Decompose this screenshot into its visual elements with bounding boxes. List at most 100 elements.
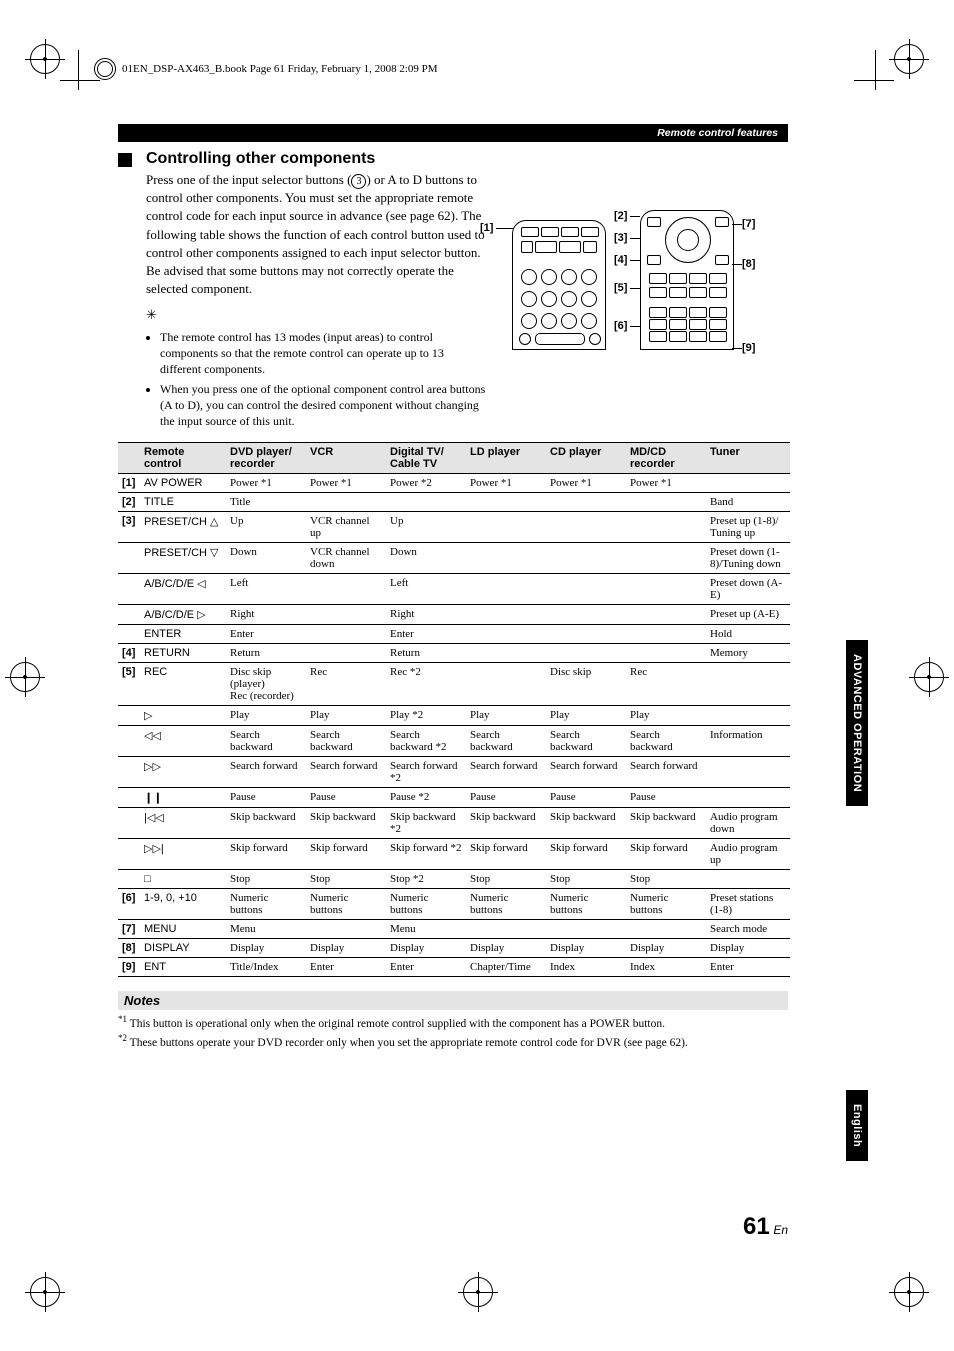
table-cell: VCR channel down [306, 542, 386, 573]
remote-button-icon [541, 227, 559, 237]
table-cell: Search backward [306, 725, 386, 756]
table-cell: Preset down (A-E) [706, 573, 790, 604]
crop-line [78, 50, 79, 90]
table-cell: Up [226, 511, 306, 542]
remote-button-icon [535, 241, 557, 253]
table-cell: Skip backward [226, 807, 306, 838]
table-row: ▷▷Search forwardSearch forwardSearch for… [118, 756, 790, 787]
side-tab-advanced-operation: ADVANCED OPERATION [846, 640, 868, 806]
remote-button-icon [581, 313, 597, 329]
intro-bullet: When you press one of the optional compo… [160, 381, 486, 430]
table-remote-control-cell: PRESET/CH △ [140, 511, 226, 542]
remote-button-icon [709, 273, 727, 284]
table-ref-cell: [1] [118, 473, 140, 492]
table-cell: Play [226, 705, 306, 725]
table-cell: Numeric buttons [386, 888, 466, 919]
running-header-text: Remote control features [657, 127, 778, 139]
table-cell [466, 919, 546, 938]
table-cell [626, 643, 706, 662]
table-cell: Chapter/Time [466, 957, 546, 976]
table-remote-control-cell: A/B/C/D/E ◁ [140, 573, 226, 604]
intro-text-a: Press one of the input selector buttons … [146, 172, 351, 187]
black-square-icon [118, 153, 132, 167]
table-cell: Preset down (1-8)/Tuning down [706, 542, 790, 573]
remote-button-icon [541, 313, 557, 329]
crop-mark-icon [894, 1277, 924, 1307]
table-cell [546, 573, 626, 604]
remote-button-icon [561, 291, 577, 307]
binder-hole-icon [94, 58, 116, 80]
table-cell: Play [306, 705, 386, 725]
page: 01EN_DSP-AX463_B.book Page 61 Friday, Fe… [0, 0, 954, 1351]
table-cell: Skip forward [306, 838, 386, 869]
table-row: [1]AV POWERPower *1Power *1Power *2Power… [118, 473, 790, 492]
table-row: □StopStopStop *2StopStopStop [118, 869, 790, 888]
table-row: [5]RECDisc skip (player) Rec (recorder)R… [118, 662, 790, 705]
table-cell: Stop *2 [386, 869, 466, 888]
remote-button-icon [709, 319, 727, 330]
remote-button-icon [649, 287, 667, 298]
function-table: Remote control DVD player/ recorder VCR … [118, 442, 790, 977]
table-remote-control-cell: A/B/C/D/E ▷ [140, 604, 226, 624]
table-cell: Preset stations (1-8) [706, 888, 790, 919]
remote-button-icon [689, 307, 707, 318]
table-cell: Skip backward [306, 807, 386, 838]
table-ref-cell: [4] [118, 643, 140, 662]
table-cell: Return [386, 643, 466, 662]
table-remote-control-cell: PRESET/CH ▽ [140, 542, 226, 573]
table-cell [466, 542, 546, 573]
table-cell: Left [226, 573, 306, 604]
table-ref-cell [118, 838, 140, 869]
table-cell: Numeric buttons [306, 888, 386, 919]
table-cell: Display [706, 938, 790, 957]
table-cell [386, 492, 466, 511]
table-cell: Power *2 [386, 473, 466, 492]
table-cell [626, 919, 706, 938]
table-cell: Band [706, 492, 790, 511]
table-cell: Numeric buttons [226, 888, 306, 919]
table-cell: Right [386, 604, 466, 624]
table-cell: Display [226, 938, 306, 957]
page-number-value: 61 [743, 1213, 770, 1240]
table-cell: Down [226, 542, 306, 573]
table-cell [626, 604, 706, 624]
remote-button-icon [689, 287, 707, 298]
table-cell: Play [626, 705, 706, 725]
remote-button-icon [669, 319, 687, 330]
table-cell: Play *2 [386, 705, 466, 725]
table-cell: Display [466, 938, 546, 957]
table-cell: Right [226, 604, 306, 624]
table-remote-control-cell: ▷▷| [140, 838, 226, 869]
table-cell: Skip backward [466, 807, 546, 838]
table-row: ❙❙PausePausePause *2PausePausePause [118, 787, 790, 807]
table-remote-control-cell: REC [140, 662, 226, 705]
remote-button-icon [561, 269, 577, 285]
table-ref-cell [118, 787, 140, 807]
table-cell [546, 643, 626, 662]
table-cell: Display [546, 938, 626, 957]
remote-outline-bottom [640, 210, 734, 350]
remote-button-icon [541, 269, 557, 285]
table-cell: Rec [306, 662, 386, 705]
table-cell: Numeric buttons [546, 888, 626, 919]
table-row: ◁◁Search backwardSearch backwardSearch b… [118, 725, 790, 756]
table-ref-cell [118, 542, 140, 573]
remote-button-icon [669, 287, 687, 298]
table-cell: Left [386, 573, 466, 604]
remote-button-icon [519, 333, 531, 345]
table-cell: Power *1 [306, 473, 386, 492]
table-cell [706, 869, 790, 888]
table-cell: Preset up (1-8)/ Tuning up [706, 511, 790, 542]
remote-button-icon [669, 307, 687, 318]
table-cell: Search forward [466, 756, 546, 787]
table-row: [7]MENUMenuMenuSearch mode [118, 919, 790, 938]
table-cell: Skip forward [626, 838, 706, 869]
table-row: ▷PlayPlayPlay *2PlayPlayPlay [118, 705, 790, 725]
crop-line [60, 80, 100, 81]
table-cell: Stop [546, 869, 626, 888]
table-header: VCR [306, 442, 386, 473]
crop-mark-icon [894, 44, 924, 74]
table-cell: Pause [226, 787, 306, 807]
intro-bullet: The remote control has 13 modes (input a… [160, 329, 486, 378]
diagram-label: 2 [614, 210, 627, 222]
